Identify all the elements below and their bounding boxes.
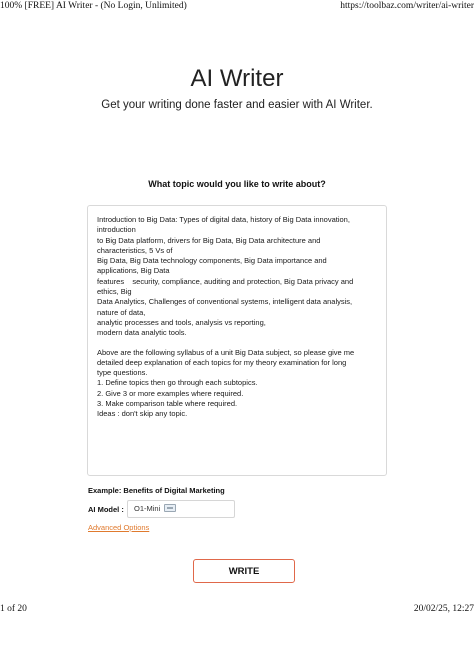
topic-line: Data Analytics, Challenges of convention… — [97, 297, 353, 307]
topic-line: characteristics, 5 Vs of — [97, 245, 173, 255]
advanced-options-link[interactable]: Advanced Options — [88, 523, 149, 533]
topic-line: to Big Data platform, drivers for Big Da… — [97, 235, 321, 245]
topic-line: introduction — [97, 225, 136, 235]
topic-textarea[interactable]: Introduction to Big Data: Types of digit… — [87, 205, 387, 476]
example-hint: Example: Benefits of Digital Marketing — [88, 486, 225, 495]
topic-line: applications, Big Data — [97, 266, 170, 276]
print-page-number: 1 of 20 — [0, 604, 27, 614]
page-title: AI Writer — [190, 65, 284, 92]
print-header-title: 100% [FREE] AI Writer - (No Login, Unlim… — [0, 1, 187, 11]
print-timestamp: 20/02/25, 12:27 — [413, 604, 474, 614]
print-header: 100% [FREE] AI Writer - (No Login, Unlim… — [0, 0, 474, 12]
instruction-line: 3. Make comparison table where required. — [97, 399, 238, 409]
new-badge-icon — [164, 504, 177, 512]
instruction-line: 2. Give 3 or more examples where require… — [97, 388, 244, 398]
topic-line: Introduction to Big Data: Types of digit… — [97, 215, 350, 224]
instruction-line: detailed deep explanation of each topics… — [97, 357, 347, 367]
topic-line: features security, compliance, auditing … — [97, 276, 354, 286]
instruction-line: Ideas : don't skip any topic. — [97, 409, 188, 419]
instruction-line: type questions. — [97, 368, 148, 378]
print-footer: 1 of 20 20/02/25, 12:27 — [0, 603, 474, 615]
print-header-url: https://toolbaz.com/writer/ai-writer — [340, 1, 474, 11]
topic-line: ethics, Big — [97, 287, 132, 297]
topic-line: analytic processes and tools, analysis v… — [97, 317, 266, 327]
topic-line: nature of data, — [97, 307, 146, 317]
ai-model-value: O1-Mini — [134, 504, 161, 513]
page-subtitle: Get your writing done faster and easier … — [101, 99, 373, 111]
instruction-line: 1. Define topics then go through each su… — [97, 378, 258, 388]
instruction-line: Above are the following syllabus of a un… — [97, 347, 355, 357]
ai-model-label: AI Model : — [88, 505, 124, 514]
topic-line: modern data analytic tools. — [97, 328, 187, 338]
topic-line: Big Data, Big Data technology components… — [97, 256, 327, 266]
write-button[interactable]: WRITE — [193, 559, 295, 583]
topic-question-label: What topic would you like to write about… — [148, 179, 326, 189]
ai-model-select[interactable]: O1-Mini — [127, 500, 235, 518]
